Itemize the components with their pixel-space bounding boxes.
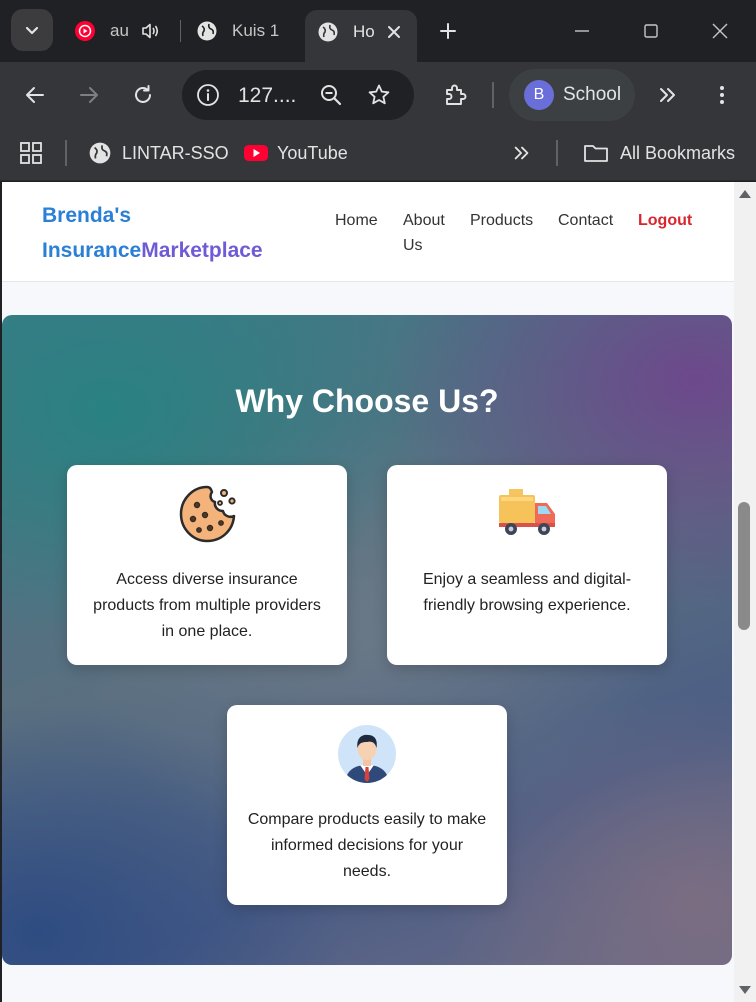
site-info-icon[interactable] xyxy=(196,83,220,107)
bookmark-divider xyxy=(556,140,558,166)
feature-card: Enjoy a seamless and digital-friendly br… xyxy=(387,465,667,665)
feature-text: Enjoy a seamless and digital-friendly br… xyxy=(422,571,632,614)
bookmarks-bar: LINTAR-SSO YouTube All Bookmarks xyxy=(0,128,756,181)
bookmark-youtube[interactable]: YouTube xyxy=(243,138,348,168)
url-text: 127.... xyxy=(238,84,297,107)
more-toolbar-button[interactable] xyxy=(650,77,686,113)
logo-text: Brenda's xyxy=(42,204,132,227)
forward-button[interactable] xyxy=(71,77,107,113)
nav-products[interactable]: Products xyxy=(470,208,533,233)
all-bookmarks-button[interactable]: All Bookmarks xyxy=(583,138,735,168)
browser-window: au Kuis 1 Ho 127.... B School LINTAR-SSO… xyxy=(0,0,756,1002)
folder-icon xyxy=(584,145,608,162)
youtube-icon xyxy=(244,145,268,161)
nav-label: About xyxy=(403,212,445,229)
profile-name: School xyxy=(563,84,622,105)
apps-grid-icon xyxy=(20,142,42,164)
bookmark-label: LINTAR-SSO xyxy=(122,142,229,163)
cookie-icon xyxy=(179,485,236,543)
chevron-double-right-icon xyxy=(514,146,529,160)
page-viewport: Brenda's InsuranceMarketplace Home About… xyxy=(2,182,734,1002)
nav-logout[interactable]: Logout xyxy=(638,208,692,233)
tab-divider xyxy=(180,20,181,42)
logo-text: Insurance xyxy=(42,239,142,262)
kebab-menu-icon xyxy=(720,86,724,104)
speaker-icon xyxy=(142,23,159,39)
globe-icon xyxy=(89,142,111,164)
profile-button[interactable]: B School xyxy=(509,69,635,121)
back-button[interactable] xyxy=(17,77,53,113)
more-bookmarks-button[interactable] xyxy=(512,138,532,168)
tab-title: Kuis 1 xyxy=(232,21,280,40)
window-close-button[interactable] xyxy=(702,14,738,48)
nav-about[interactable]: About Us xyxy=(403,208,445,258)
arrow-right-icon xyxy=(80,87,98,103)
minimize-button[interactable] xyxy=(564,14,600,48)
bookmark-label: All Bookmarks xyxy=(620,142,736,163)
browser-toolbar: 127.... B School xyxy=(0,62,756,128)
globe-icon xyxy=(197,21,217,41)
chevron-down-icon xyxy=(25,26,39,35)
maximize-icon xyxy=(644,24,658,38)
bookmark-divider xyxy=(65,140,67,166)
chevron-double-right-icon xyxy=(660,88,675,102)
zoom-out-icon[interactable] xyxy=(319,83,343,107)
tab-title: au xyxy=(110,21,129,40)
tab-active[interactable]: Ho xyxy=(305,10,417,62)
tab-strip: au Kuis 1 Ho xyxy=(0,0,756,62)
close-icon[interactable] xyxy=(387,25,401,39)
tab-music[interactable]: au xyxy=(66,10,176,52)
logo-text: Marketplace xyxy=(141,239,263,262)
scrollbar-thumb[interactable] xyxy=(738,502,750,630)
new-tab-button[interactable] xyxy=(430,14,466,48)
feature-text: Access diverse insurance products from m… xyxy=(93,571,321,640)
puzzle-icon xyxy=(446,84,467,105)
avatar: B xyxy=(524,80,554,110)
page-scrollbar[interactable] xyxy=(734,182,756,1002)
apps-button[interactable] xyxy=(18,138,44,168)
reload-icon xyxy=(135,85,151,103)
address-bar[interactable]: 127.... xyxy=(182,70,414,120)
delivery-truck-icon xyxy=(499,489,555,535)
section-title: Why Choose Us? xyxy=(235,383,499,419)
why-choose-us-section: Why Choose Us? Access diverse insurance … xyxy=(2,315,732,965)
site-header: Brenda's InsuranceMarketplace Home About… xyxy=(2,182,734,282)
close-icon xyxy=(712,23,728,39)
arrow-left-icon xyxy=(26,87,44,103)
maximize-button[interactable] xyxy=(633,14,669,48)
plus-icon xyxy=(440,23,456,39)
nav-label: Us xyxy=(403,237,423,254)
globe-icon xyxy=(318,22,338,42)
nav-home[interactable]: Home xyxy=(335,208,378,233)
site-logo[interactable]: Brenda's InsuranceMarketplace xyxy=(42,198,263,268)
toolbar-divider xyxy=(492,82,494,108)
menu-button[interactable] xyxy=(704,77,740,113)
scroll-down-arrow-icon[interactable] xyxy=(738,984,752,996)
scroll-up-arrow-icon[interactable] xyxy=(738,188,752,200)
tab-title: Ho xyxy=(353,22,375,41)
feature-card: Compare products easily to make informed… xyxy=(227,705,507,905)
reload-button[interactable] xyxy=(125,77,161,113)
youtube-music-icon xyxy=(75,21,95,41)
tab-search-button[interactable] xyxy=(11,9,53,51)
nav-contact[interactable]: Contact xyxy=(558,208,613,233)
feature-text: Compare products easily to make informed… xyxy=(247,811,487,880)
businessman-avatar-icon xyxy=(338,725,396,783)
minimize-icon xyxy=(575,30,589,32)
star-icon[interactable] xyxy=(367,83,391,107)
feature-card: Access diverse insurance products from m… xyxy=(67,465,347,665)
extensions-button[interactable] xyxy=(437,77,473,113)
bookmark-label: YouTube xyxy=(277,142,348,163)
tab-kuis[interactable]: Kuis 1 xyxy=(186,10,298,52)
bookmark-lintar-sso[interactable]: LINTAR-SSO xyxy=(88,138,229,168)
